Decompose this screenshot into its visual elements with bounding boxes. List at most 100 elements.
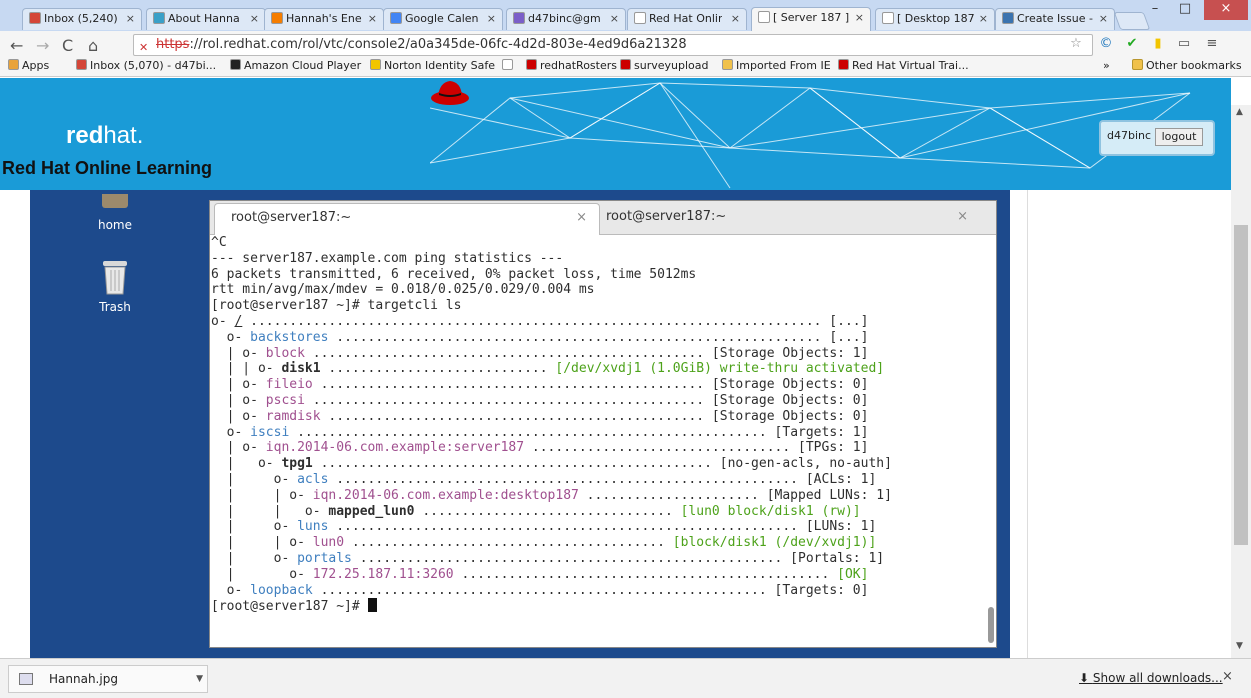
close-tab-icon[interactable]: ×	[576, 204, 587, 232]
desktop-icon-home[interactable]: home	[80, 194, 150, 232]
terminal-tab-1[interactable]: root@server187:~ ×	[214, 203, 600, 235]
terminal-tab-label: root@server187:~	[231, 210, 352, 225]
logout-button[interactable]: logout	[1155, 128, 1203, 146]
browser-tab[interactable]: Inbox (5,240) ×	[22, 8, 142, 30]
home-icon[interactable]: ⌂	[88, 36, 98, 56]
terminal-line: --- server187.example.com ping statistic…	[211, 251, 986, 267]
terminal-text: tpg1	[281, 456, 313, 472]
skype-icon[interactable]: ©	[1098, 36, 1114, 52]
close-download-bar-icon[interactable]: ×	[1222, 669, 1233, 684]
terminal-text: ........................................…	[328, 471, 877, 487]
notes-extension-icon[interactable]: ▮	[1150, 36, 1166, 52]
close-tab-icon[interactable]: ×	[1099, 12, 1108, 25]
checkmark-extension-icon[interactable]: ✔	[1124, 36, 1140, 52]
terminal-text: | o-	[211, 408, 266, 424]
cast-icon[interactable]: ▭	[1176, 36, 1192, 52]
close-tab-icon[interactable]: ×	[855, 11, 864, 24]
browser-tab-label: [ Desktop 187	[897, 12, 975, 25]
norton-icon	[370, 59, 381, 70]
bookmark-item[interactable]: Norton Identity Safe	[370, 59, 495, 72]
gmail-icon	[76, 59, 87, 70]
forward-arrow-icon[interactable]: →	[36, 36, 49, 56]
terminal-text: [lun0 block/disk1 (rw)]	[680, 503, 861, 519]
bookmark-label: Red Hat Virtual Trai...	[852, 59, 969, 72]
terminal-text: o-	[211, 329, 251, 345]
bookmark-item[interactable]: Imported From IE	[722, 59, 831, 72]
terminal-text: | | o-	[211, 535, 313, 551]
url-path: ://rol.redhat.com/rol/vtc/console2/a0a34…	[189, 37, 687, 52]
show-all-label: Show all downloads...	[1092, 671, 1223, 685]
other-bookmarks-folder[interactable]: Other bookmarks	[1132, 59, 1242, 72]
browser-tab[interactable]: [ Desktop 187 ×	[875, 8, 995, 30]
back-arrow-icon[interactable]: ←	[10, 36, 23, 56]
browser-tab[interactable]: Create Issue - ×	[995, 8, 1115, 30]
scroll-thumb[interactable]	[1234, 225, 1248, 545]
browser-toolbar: ← → C ⌂ ✕ https://rol.redhat.com/rol/vtc/…	[0, 31, 1251, 77]
terminal-line: | o- fileio ............................…	[211, 377, 986, 393]
scroll-down-icon[interactable]: ▼	[1236, 641, 1243, 651]
terminal-text: o-	[211, 582, 251, 598]
browser-tab-label: About Hanna	[168, 12, 240, 25]
star-icon[interactable]: ☆	[1068, 36, 1084, 52]
download-item[interactable]: Hannah.jpg ▼	[8, 665, 208, 693]
browser-tab[interactable]: About Hanna ×	[146, 8, 266, 30]
terminal-scrollbar[interactable]	[988, 607, 994, 643]
bookmark-item[interactable]: surveyupload	[620, 59, 708, 72]
address-bar[interactable]: ✕ https://rol.redhat.com/rol/vtc/console2…	[133, 34, 1093, 56]
terminal-text: ...................... [Mapped LUNs: 1]	[578, 487, 892, 503]
bookmark-item[interactable]: Inbox (5,070) - d47bi...	[76, 59, 216, 72]
bookmarks-overflow-button[interactable]: »	[1103, 59, 1110, 72]
terminal-line: | o- ramdisk ...........................…	[211, 409, 986, 425]
link-icon	[153, 12, 165, 24]
close-tab-icon[interactable]: ×	[610, 12, 619, 25]
browser-tab[interactable]: Google Calen ×	[383, 8, 503, 30]
bookmark-item[interactable]: Apps	[8, 59, 49, 72]
terminal-text: | o-	[211, 456, 282, 472]
terminal-text: | | o-	[211, 503, 329, 519]
terminal-text: [block/disk1 (/dev/xvdj1)]	[672, 535, 877, 551]
terminal-output[interactable]: ^C --- server187.example.com ping statist…	[210, 235, 986, 647]
reload-icon[interactable]: C	[62, 36, 73, 56]
desktop-icon-trash[interactable]: Trash	[80, 258, 150, 314]
bookmark-item[interactable]: Amazon Cloud Player	[230, 59, 361, 72]
scroll-up-icon[interactable]: ▲	[1236, 107, 1243, 117]
terminal-line: | | o- lun0 ............................…	[211, 535, 986, 551]
maximize-button[interactable]: □	[1170, 0, 1200, 20]
chevron-down-icon[interactable]: ▼	[196, 666, 203, 692]
browser-tab[interactable]: [ Server 187 ] ×	[751, 7, 871, 31]
terminal-text: disk1	[281, 361, 321, 377]
close-tab-icon[interactable]: ×	[487, 12, 496, 25]
close-tab-icon[interactable]: ×	[368, 12, 377, 25]
browser-tab[interactable]: d47binc@gm ×	[506, 8, 626, 30]
terminal-text: [/dev/xvdj1 (1.0GiB) write-thru activate…	[555, 361, 885, 377]
browser-tab[interactable]: Hannah's Ene ×	[264, 8, 384, 30]
gmail-icon	[29, 12, 41, 24]
terminal-text: backstores	[250, 329, 329, 345]
bookmark-item[interactable]: redhatRosters	[526, 59, 617, 72]
terminal-line: | o- portals ...........................…	[211, 551, 986, 567]
bookmark-label: redhatRosters	[540, 59, 617, 72]
terminal-text: [root@server187 ~]#	[211, 599, 368, 615]
page-scrollbar[interactable]: ▲ ▼	[1231, 105, 1251, 658]
download-filename: Hannah.jpg	[49, 672, 118, 686]
close-tab-icon[interactable]: ×	[250, 12, 259, 25]
terminal-line: 6 packets transmitted, 6 received, 0% pa…	[211, 267, 986, 283]
close-tab-icon[interactable]: ×	[126, 12, 135, 25]
browser-tab[interactable]: Red Hat Onlir ×	[627, 8, 747, 30]
minimize-button[interactable]: –	[1140, 0, 1170, 20]
close-tab-icon[interactable]: ×	[957, 203, 968, 231]
redhat-icon	[838, 59, 849, 70]
close-tab-icon[interactable]: ×	[979, 12, 988, 25]
show-all-downloads-link[interactable]: ⬇ Show all downloads...	[1079, 671, 1223, 685]
terminal-text: loopback	[250, 582, 313, 598]
close-tab-icon[interactable]: ×	[731, 12, 740, 25]
terminal-text: o-	[211, 424, 251, 440]
bookmark-item[interactable]	[502, 59, 516, 72]
terminal-text: ........................................	[344, 535, 673, 551]
terminal-window[interactable]: root@server187:~ × root@server187:~ × ^C…	[209, 200, 997, 648]
terminal-tab-2[interactable]: root@server187:~ ×	[600, 203, 980, 235]
bookmark-item[interactable]: Red Hat Virtual Trai...	[838, 59, 969, 72]
close-window-button[interactable]: ×	[1204, 0, 1248, 20]
folder-icon	[1132, 59, 1143, 70]
menu-icon[interactable]: ≡	[1204, 36, 1220, 52]
